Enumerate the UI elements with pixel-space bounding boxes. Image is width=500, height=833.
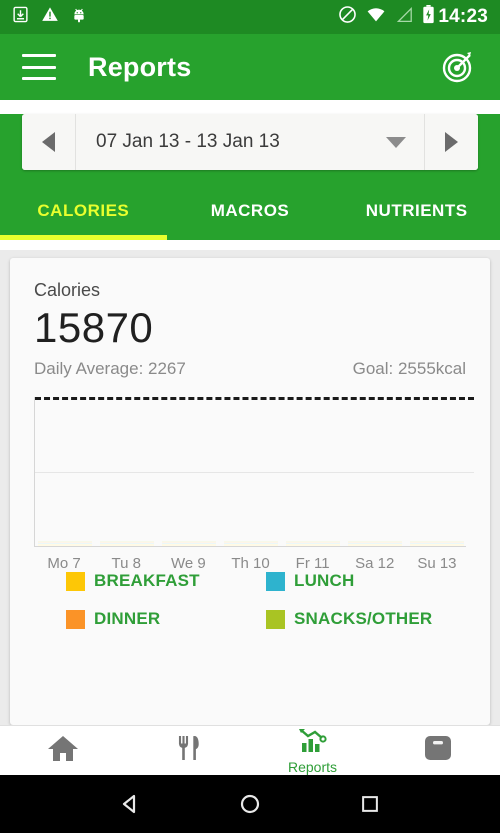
daily-average-text: Daily Average: 2267	[34, 359, 186, 378]
date-range-text: 07 Jan 13 - 13 Jan 13	[96, 131, 280, 152]
tab-bar: CALORIES MACROS NUTRIENTS	[0, 182, 500, 240]
legend-item: LUNCH	[266, 571, 466, 591]
tab-calories-label: CALORIES	[37, 201, 130, 220]
android-robot-icon	[71, 6, 87, 29]
reports-chart-icon	[297, 728, 329, 759]
home-icon	[46, 733, 80, 768]
bottom-navigation-bar: Reports	[0, 725, 500, 775]
recents-square-icon[interactable]	[346, 780, 394, 828]
wifi-icon	[366, 7, 386, 28]
status-bar-right-icons	[338, 5, 435, 29]
tab-macros-label: MACROS	[210, 201, 290, 220]
date-range-selector: 07 Jan 13 - 13 Jan 13	[22, 114, 478, 170]
chart-bar-segment	[410, 544, 464, 546]
legend-swatch	[266, 609, 285, 629]
chart-bar-segment	[38, 544, 92, 546]
nav-item-food[interactable]	[125, 726, 250, 775]
chart-bar-segment	[162, 544, 216, 546]
chart-bar	[286, 541, 340, 546]
calories-stats-row: Daily Average: 2267 Goal: 2555kcal	[34, 359, 466, 379]
nav-item-reports-label: Reports	[287, 758, 338, 775]
do-not-disturb-icon	[338, 5, 357, 29]
triangle-down-icon	[386, 136, 406, 148]
legend-label: DINNER	[94, 609, 161, 628]
chart-x-label: We 9	[170, 555, 206, 572]
green-header-body: 07 Jan 13 - 13 Jan 13 CALORIES MACROS NU…	[0, 114, 500, 240]
legend-swatch	[66, 609, 85, 629]
goal-target-icon[interactable]	[438, 47, 478, 87]
chart-bar	[162, 541, 216, 546]
tab-nutrients-label: NUTRIENTS	[365, 201, 468, 220]
chart-bar-segment	[286, 544, 340, 546]
legend-label: SNACKS/OTHER	[294, 609, 433, 628]
legend-item: DINNER	[66, 609, 266, 629]
download-icon	[12, 6, 29, 28]
warning-icon	[41, 6, 59, 28]
chart-bar-segment	[348, 544, 402, 546]
chart-bar	[224, 541, 278, 546]
tab-macros[interactable]: MACROS	[167, 182, 334, 240]
page-title: Reports	[88, 51, 192, 82]
chart-bars	[36, 397, 466, 546]
triangle-right-icon	[445, 132, 458, 152]
chart-bar	[410, 541, 464, 546]
chart-x-label: Fr 11	[295, 555, 330, 572]
status-bar-clock: 14:23	[438, 6, 488, 27]
status-bar: 14:23	[0, 0, 500, 34]
goal-text: Goal: 2555kcal	[352, 359, 466, 378]
android-navigation-bar	[0, 775, 500, 833]
calories-total-value: 15870	[34, 304, 154, 351]
legend-item: BREAKFAST	[66, 571, 266, 591]
weight-scale-icon	[423, 733, 453, 768]
tab-calories[interactable]: CALORIES	[0, 182, 167, 240]
chart-legend: BREAKFAST LUNCH DINNER SNACKS/OTHER	[34, 571, 466, 629]
app-bar: Reports	[0, 34, 500, 100]
chart-bar	[100, 541, 154, 546]
legend-label: LUNCH	[294, 571, 355, 590]
chart-x-label: Sa 12	[355, 555, 395, 572]
legend-item: SNACKS/OTHER	[266, 609, 466, 629]
chart-x-label: Su 13	[417, 555, 457, 572]
next-week-button[interactable]	[424, 114, 478, 170]
status-bar-left-icons	[12, 6, 87, 29]
chart-bar	[38, 541, 92, 546]
nav-item-weight[interactable]	[375, 726, 500, 775]
tab-nutrients[interactable]: NUTRIENTS	[333, 182, 500, 240]
legend-swatch	[66, 571, 85, 591]
chart-x-label: Mo 7	[47, 555, 81, 572]
content-area: Calories 15870 Daily Average: 2267 Goal:…	[0, 250, 500, 725]
legend-swatch	[266, 571, 285, 591]
food-utensils-icon	[173, 733, 203, 768]
calories-section-label: Calories	[34, 280, 101, 300]
triangle-left-icon	[42, 132, 55, 152]
chart-x-label: Th 10	[231, 555, 270, 572]
battery-charging-icon	[422, 5, 435, 29]
chart-x-axis-labels: Mo 7 Tu 8 We 9 Th 10 Fr 11 Sa 12 Su 13	[35, 555, 466, 572]
nav-item-reports[interactable]: Reports	[250, 726, 375, 775]
chart-bar	[348, 541, 402, 546]
legend-label: BREAKFAST	[94, 571, 200, 590]
nav-item-home[interactable]	[0, 726, 125, 775]
calories-stacked-bar-chart: Mo 7 Tu 8 We 9 Th 10 Fr 11 Sa 12 Su 13	[34, 397, 474, 572]
chart-bar-segment	[100, 544, 154, 546]
chart-plot-area	[34, 397, 474, 547]
chart-bar-segment	[224, 544, 278, 546]
date-range-dropdown[interactable]: 07 Jan 13 - 13 Jan 13	[76, 114, 424, 170]
chart-x-label: Tu 8	[111, 555, 141, 572]
signal-icon	[395, 6, 413, 28]
home-circle-icon[interactable]	[226, 780, 274, 828]
previous-week-button[interactable]	[22, 114, 76, 170]
back-triangle-icon[interactable]	[106, 780, 154, 828]
calories-report-card: Calories 15870 Daily Average: 2267 Goal:…	[10, 258, 490, 725]
hamburger-menu-icon[interactable]	[22, 54, 56, 80]
